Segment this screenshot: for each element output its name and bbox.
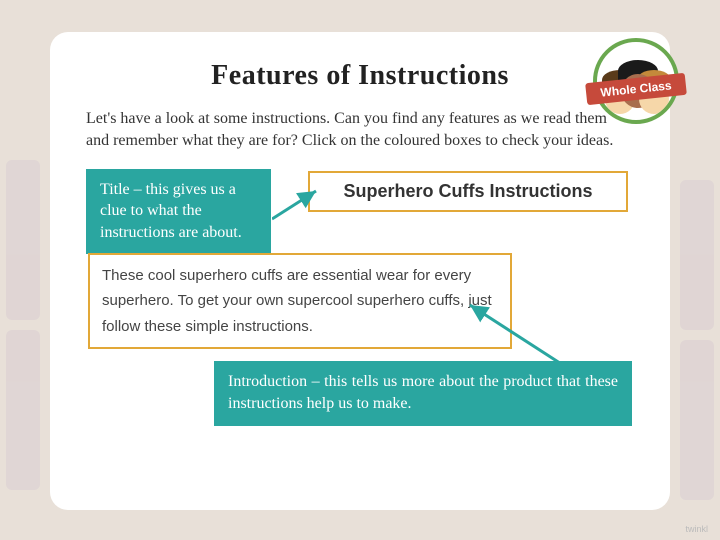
watermark: twinkl	[685, 524, 708, 534]
whole-class-badge: Whole Class	[592, 38, 680, 126]
callout-title-feature[interactable]: Title – this gives us a clue to what the…	[86, 169, 271, 254]
slide-title: Features of Instructions	[86, 60, 634, 92]
example-title-box[interactable]: Superhero Cuffs Instructions	[308, 171, 628, 212]
slide-card: Features of Instructions Let's have a lo…	[50, 32, 670, 510]
callout-intro-feature[interactable]: Introduction – this tells us more about …	[214, 361, 632, 426]
example-intro-box[interactable]: These cool superhero cuffs are essential…	[88, 253, 512, 350]
slide-instruction-text: Let's have a look at some instructions. …	[86, 108, 634, 153]
content-area: Title – this gives us a clue to what the…	[86, 169, 634, 449]
